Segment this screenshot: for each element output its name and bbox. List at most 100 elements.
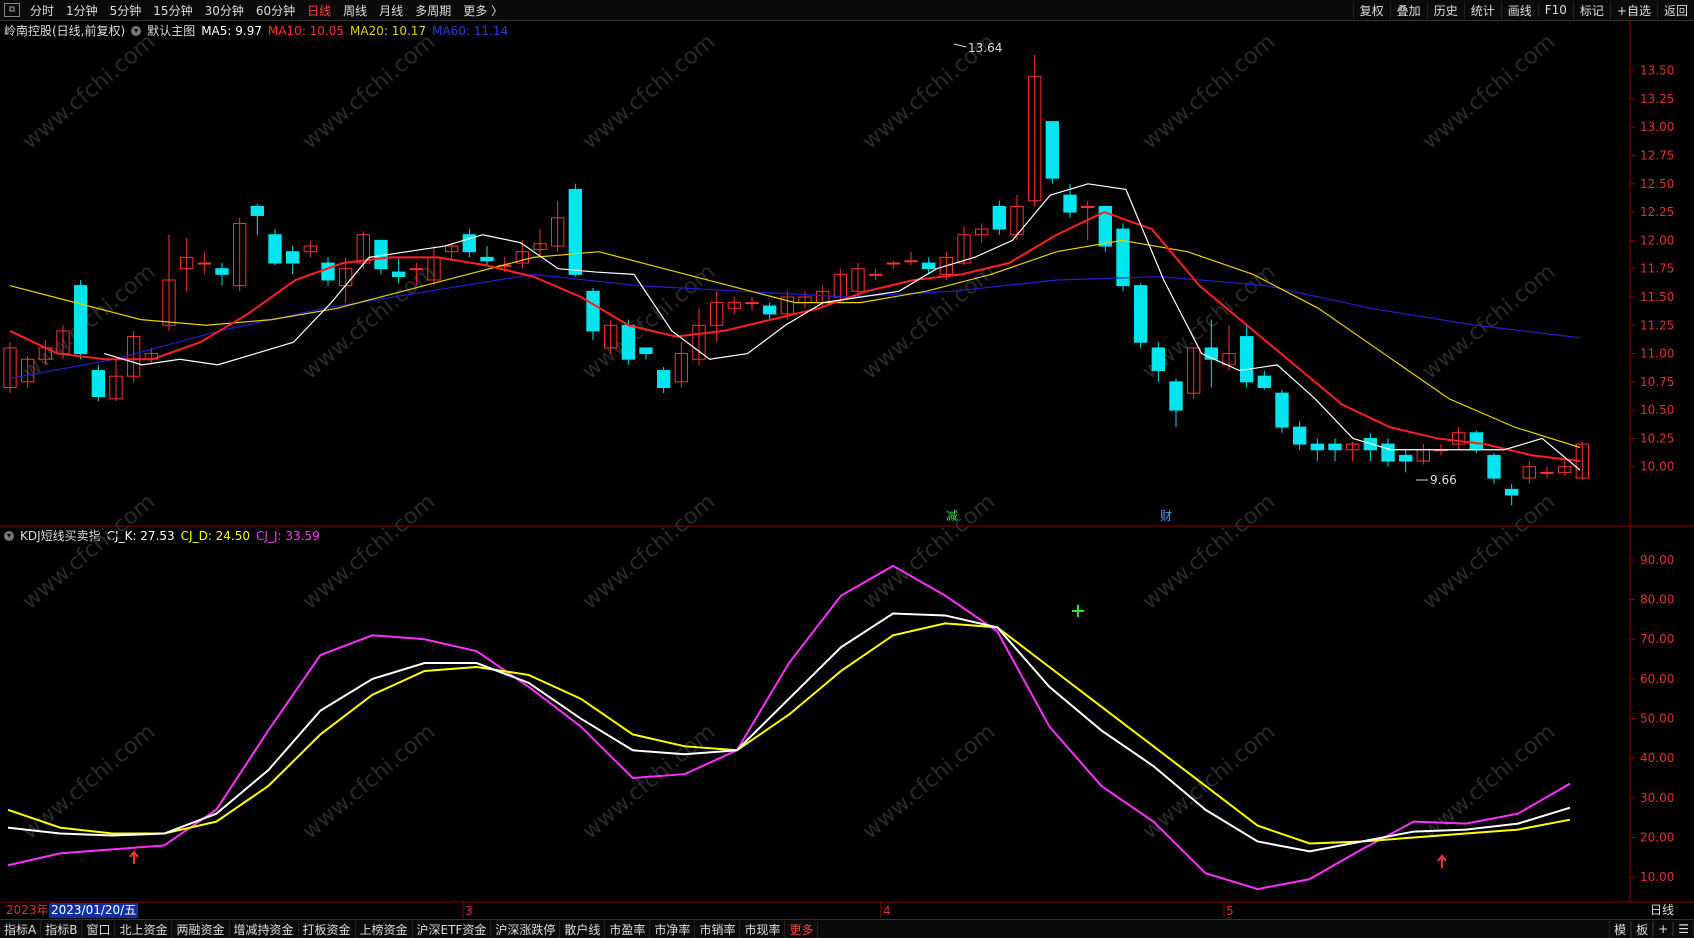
- candle: [250, 204, 265, 235]
- watermark: www.cfchi.com: [298, 29, 440, 154]
- candle: [356, 231, 371, 269]
- bottom-tab-14[interactable]: 市现率: [740, 920, 786, 938]
- bottom-tab-7[interactable]: 上榜资金: [356, 920, 413, 938]
- bottom-tab-13[interactable]: 市销率: [695, 920, 741, 938]
- watermark: www.cfchi.com: [18, 489, 160, 614]
- watermark: www.cfchi.com: [18, 259, 160, 384]
- bottom-tab-10[interactable]: 散户线: [560, 920, 606, 938]
- candle-body: [1381, 443, 1395, 462]
- candle-body: [480, 256, 494, 262]
- watermark: www.cfchi.com: [1138, 29, 1280, 154]
- indicator-tabs: 指标A 指标B 窗口 北上资金 两融资金 增减持资金 打板资金 上榜资金 沪深ETF资金 沪深涨跌…: [0, 919, 1694, 938]
- price-tick-label: 11.25: [1640, 318, 1674, 332]
- bottom-tab-9[interactable]: 沪深涨跌停: [491, 920, 561, 938]
- ma5-line: [104, 183, 1581, 471]
- candle-body: [921, 262, 936, 270]
- candle: [709, 291, 724, 343]
- candle: [3, 342, 17, 394]
- price-tick-label: 11.50: [1640, 290, 1674, 304]
- kdj-tick-label: 90.00: [1640, 553, 1674, 567]
- candle: [126, 330, 141, 382]
- candle-body: [656, 370, 671, 389]
- buy-signal-arrow: [1437, 854, 1447, 868]
- price-tick-label: 13.50: [1640, 64, 1674, 78]
- bottom-right-1[interactable]: 板: [1631, 920, 1654, 938]
- candle-body: [586, 290, 600, 332]
- candle: [1451, 427, 1466, 450]
- bottom-tab-5[interactable]: 增减持资金: [230, 920, 299, 938]
- candle: [904, 251, 918, 266]
- bottom-right-0[interactable]: 模: [1609, 920, 1632, 938]
- candle: [833, 268, 848, 303]
- price-tick-label: 12.00: [1640, 233, 1674, 247]
- price-tick-label: 10.00: [1640, 460, 1674, 474]
- bottom-tab-0[interactable]: 指标A: [0, 920, 42, 938]
- candle: [1169, 378, 1183, 428]
- candle: [179, 238, 194, 292]
- candle: [1381, 438, 1395, 467]
- candle: [727, 296, 742, 314]
- bottom-tab-4[interactable]: 两融资金: [172, 920, 230, 938]
- bottom-tab-1[interactable]: 指标B: [41, 920, 83, 938]
- candle: [992, 200, 1007, 235]
- candle: [321, 257, 335, 286]
- candle: [1363, 432, 1378, 462]
- candle-body: [639, 347, 653, 355]
- watermark: www.cfchi.com: [1418, 259, 1560, 384]
- bottom-tab-15[interactable]: 更多: [785, 920, 819, 938]
- bottom-tab-12[interactable]: 市净率: [650, 920, 696, 938]
- candle: [1239, 325, 1254, 388]
- candle: [285, 246, 300, 275]
- candle: [215, 263, 229, 286]
- candle: [462, 229, 477, 258]
- candle-body: [1275, 392, 1289, 428]
- price-tick-label: 13.00: [1640, 120, 1674, 134]
- candle: [1045, 121, 1060, 184]
- price-tick-label: 12.25: [1640, 205, 1674, 219]
- candle: [1345, 441, 1360, 462]
- high-price-label: 13.64: [968, 41, 1002, 55]
- bottom-right-2[interactable]: +: [1653, 922, 1674, 936]
- price-tick-label: 11.75: [1640, 262, 1674, 276]
- candle: [745, 296, 759, 311]
- price-tick-label: 10.75: [1640, 375, 1674, 389]
- candle-body: [1292, 426, 1307, 445]
- candle-body: [1080, 205, 1095, 208]
- candle: [1557, 461, 1572, 476]
- candle-body: [1540, 471, 1554, 474]
- cursor-date: 2023/01/20/五: [49, 903, 139, 918]
- candle: [109, 359, 123, 402]
- low-price-label: 9.66: [1430, 473, 1457, 487]
- stock-chart[interactable]: www.cfchi.com www.cfchi.com www.cfchi.com w…: [0, 0, 1694, 937]
- bottom-tab-3[interactable]: 北上资金: [115, 920, 173, 938]
- candle-body: [321, 262, 335, 281]
- timeline-year: 2023年: [6, 903, 49, 917]
- kdj-tick-label: 40.00: [1640, 751, 1674, 765]
- watermark: www.cfchi.com: [18, 719, 160, 844]
- kdj-tick-label: 60.00: [1640, 672, 1674, 686]
- timeline-period: 日线: [1650, 903, 1675, 917]
- candle: [91, 364, 106, 402]
- candle: [1522, 461, 1537, 484]
- candle: [1487, 453, 1501, 484]
- candle-body: [1398, 454, 1413, 462]
- bottom-tab-6[interactable]: 打板资金: [299, 920, 356, 938]
- candle-body: [1469, 432, 1484, 451]
- bottom-tab-2[interactable]: 窗口: [82, 920, 116, 938]
- candle-body: [1487, 454, 1501, 479]
- bottom-tab-8[interactable]: 沪深ETF资金: [413, 920, 492, 938]
- watermark: www.cfchi.com: [298, 259, 440, 384]
- candle-body: [762, 305, 777, 315]
- candle-body: [1328, 443, 1342, 451]
- candle: [656, 367, 671, 394]
- candle-body: [73, 285, 88, 355]
- event-marker: 减: [946, 509, 958, 523]
- candle: [568, 183, 583, 277]
- candle: [1133, 283, 1148, 348]
- kdj-d-line: [7, 622, 1571, 845]
- candle-body: [197, 262, 212, 265]
- candle-body: [868, 273, 883, 276]
- candle: [1275, 389, 1289, 433]
- bottom-right-3[interactable]: ☰: [1673, 922, 1694, 936]
- bottom-tab-11[interactable]: 市盈率: [605, 920, 651, 938]
